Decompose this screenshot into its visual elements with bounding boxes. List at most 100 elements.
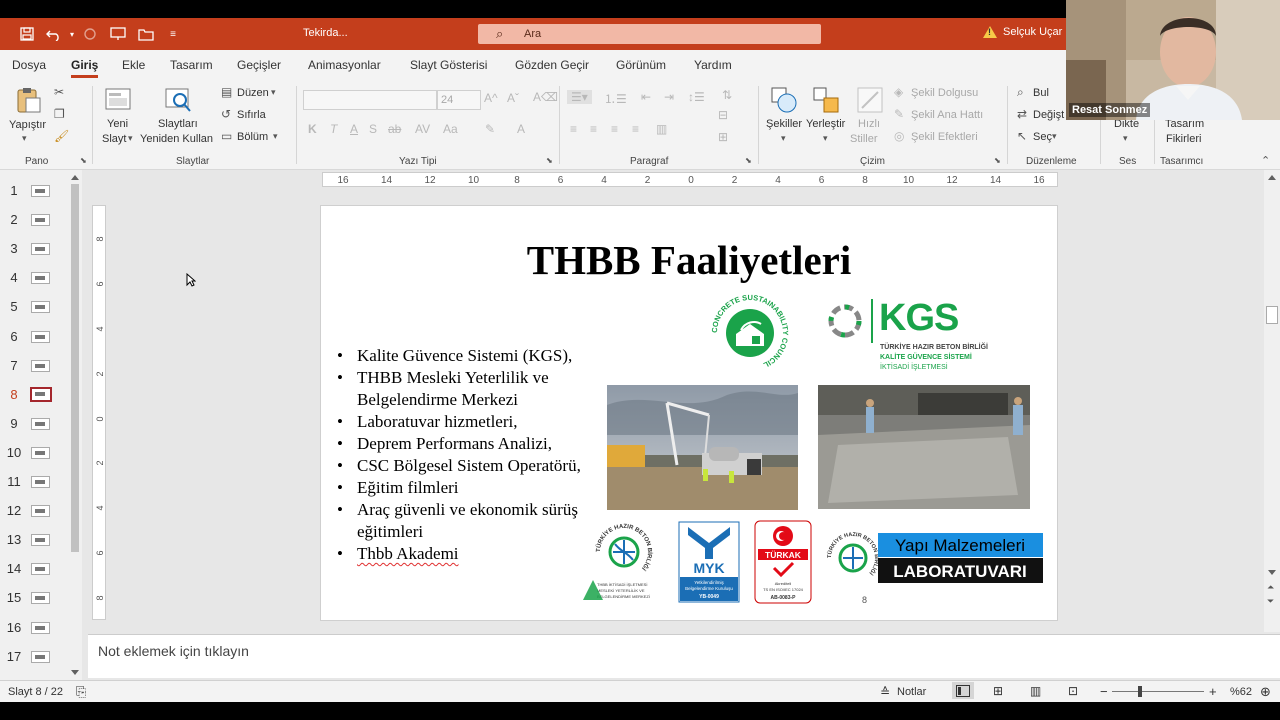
zoom-in-icon[interactable]: + bbox=[1209, 684, 1217, 699]
tab-yardim[interactable]: Yardım bbox=[694, 58, 732, 72]
thumbnail-13[interactable]: 13 bbox=[0, 530, 66, 552]
previous-slide-icon[interactable]: ⏶ bbox=[1267, 582, 1274, 593]
section-label[interactable]: Bölüm bbox=[237, 131, 268, 143]
reuse-slides-label-1[interactable]: Slaytları bbox=[158, 118, 198, 130]
reuse-slides-label-2[interactable]: Yeniden Kullan bbox=[140, 133, 213, 145]
collapse-ribbon-icon[interactable]: ⌃ bbox=[1261, 154, 1270, 167]
concrete-paving-photo[interactable] bbox=[818, 385, 1030, 509]
thumbnail-11[interactable]: 11 bbox=[0, 472, 66, 494]
undo-icon[interactable] bbox=[44, 25, 64, 43]
tab-gozden-gecir[interactable]: Gözden Geçir bbox=[515, 58, 589, 72]
zoom-slider[interactable] bbox=[1112, 691, 1204, 692]
align-text-icon[interactable]: ⊟ bbox=[718, 108, 728, 122]
accessibility-icon[interactable]: ⎘ bbox=[76, 684, 86, 700]
new-slide-label-2[interactable]: Slayt bbox=[102, 133, 126, 145]
drawing-launcher-icon[interactable]: ⬊ bbox=[994, 156, 1001, 165]
user-area[interactable]: Selçuk Uçar bbox=[983, 26, 1062, 38]
notes-icon[interactable]: ≙ bbox=[880, 685, 890, 699]
pano-launcher-icon[interactable]: ⬊ bbox=[80, 156, 87, 165]
reading-view-icon[interactable]: ▥ bbox=[1030, 684, 1041, 698]
layout-icon[interactable]: ▤ bbox=[221, 85, 232, 99]
slide-title[interactable]: THBB Faaliyetleri bbox=[321, 236, 1057, 284]
quick-styles-icon[interactable] bbox=[856, 86, 884, 114]
columns-icon[interactable]: ▥ bbox=[656, 122, 667, 136]
find-label[interactable]: Bul bbox=[1033, 87, 1049, 99]
paste-dropdown-icon[interactable]: ▾ bbox=[22, 133, 27, 144]
clear-format-icon[interactable]: A⌫ bbox=[533, 90, 558, 104]
bullet-list[interactable]: Kalite Güvence Sistemi (KGS), THBB Mesle… bbox=[335, 345, 605, 565]
shape-outline-label[interactable]: Şekil Ana Hattı bbox=[911, 109, 983, 121]
thumbnail-16[interactable]: 16 bbox=[0, 618, 66, 640]
concrete-pump-photo[interactable] bbox=[607, 385, 798, 510]
shadow-button[interactable]: S bbox=[369, 122, 377, 136]
fit-to-window-icon[interactable]: ⊕ bbox=[1260, 684, 1271, 700]
select-dropdown-icon[interactable]: ▾ bbox=[1052, 131, 1057, 142]
horizontal-ruler[interactable]: 16 14 12 10 8 6 4 2 0 2 4 6 8 10 12 14 16 bbox=[322, 172, 1058, 187]
tab-tasarim[interactable]: Tasarım bbox=[170, 58, 213, 72]
kgs-logo[interactable]: KGS TÜRKİYE HAZIR BETON BİRLİĞİ KALİTE G… bbox=[825, 297, 1005, 379]
tab-gorunum[interactable]: Görünüm bbox=[616, 58, 666, 72]
italic-button[interactable]: T bbox=[330, 122, 337, 136]
paste-icon[interactable] bbox=[14, 86, 42, 114]
thumbnail-1[interactable]: 1 bbox=[0, 181, 66, 203]
document-title[interactable]: Tekirda... bbox=[303, 27, 348, 39]
scroll-up-icon[interactable] bbox=[1268, 175, 1276, 180]
scroll-thumb[interactable] bbox=[1266, 306, 1278, 324]
thumbnail-6[interactable]: 6 bbox=[0, 327, 66, 349]
start-slideshow-icon[interactable] bbox=[108, 25, 128, 43]
smartart-icon[interactable]: ⊞ bbox=[718, 130, 728, 144]
thumbnail-8[interactable]: 8 bbox=[0, 385, 66, 407]
text-direction-icon[interactable]: ⇅ bbox=[722, 88, 732, 102]
select-label[interactable]: Seç bbox=[1033, 131, 1052, 143]
lab-logo[interactable]: TÜRKİYE HAZIR BETON BİRLİĞİ Yapı Malzeme… bbox=[826, 530, 1044, 586]
layout-label[interactable]: Düzen bbox=[237, 87, 269, 99]
arrange-dropdown-icon[interactable]: ▾ bbox=[823, 133, 828, 144]
tab-ekle[interactable]: Ekle bbox=[122, 58, 145, 72]
thumbnail-5[interactable]: 5 bbox=[0, 297, 66, 319]
scroll-thumb[interactable] bbox=[71, 184, 79, 552]
slide-canvas[interactable]: THBB Faaliyetleri Kalite Güvence Sistemi… bbox=[320, 205, 1058, 621]
thumbnail-scrollbar[interactable] bbox=[68, 170, 82, 680]
align-left-icon[interactable]: ≡ bbox=[570, 122, 577, 136]
section-dropdown-icon[interactable]: ▾ bbox=[273, 131, 278, 142]
cut-icon[interactable]: ✂ bbox=[54, 85, 64, 99]
shapes-label[interactable]: Şekiller bbox=[766, 118, 802, 130]
slide-scrollbar[interactable]: ⏶ ⏷ bbox=[1264, 170, 1280, 632]
bold-button[interactable]: K bbox=[308, 122, 317, 136]
tab-giris[interactable]: Giriş bbox=[71, 58, 99, 78]
new-slide-dropdown-icon[interactable]: ▾ bbox=[128, 133, 133, 144]
change-case-icon[interactable]: Aa bbox=[443, 122, 458, 136]
reuse-slides-icon[interactable] bbox=[164, 86, 192, 114]
underline-button[interactable]: A bbox=[350, 122, 358, 136]
thbb-mesleki-logo[interactable]: TÜRKİYE HAZIR BETON BİRLİĞİ THBB İKTİSAD… bbox=[583, 522, 669, 602]
undo-dropdown-icon[interactable]: ▾ bbox=[62, 25, 82, 43]
thumbnail-17[interactable]: 17 bbox=[0, 647, 66, 669]
thumbnail-4[interactable]: 4 bbox=[0, 268, 66, 290]
csc-logo[interactable]: CONCRETE SUSTAINABILITY COUNCIL bbox=[711, 294, 789, 372]
font-size-combo[interactable]: 24 bbox=[437, 90, 481, 110]
notes-button[interactable]: Notlar bbox=[897, 686, 926, 698]
redo-icon[interactable] bbox=[80, 25, 100, 43]
scroll-down-icon[interactable] bbox=[71, 670, 79, 675]
reset-icon[interactable]: ↺ bbox=[221, 107, 231, 121]
webcam-overlay[interactable]: Resat Sonmez bbox=[1066, 0, 1280, 120]
turkak-logo[interactable]: TÜRKAK Akrediteli TS EN ISO/IEC 17024 AB… bbox=[754, 520, 812, 604]
bullets-button[interactable]: ☰▾ bbox=[567, 90, 592, 104]
zoom-slider-thumb[interactable] bbox=[1138, 686, 1142, 697]
shapes-icon[interactable] bbox=[770, 86, 798, 114]
format-painter-icon[interactable]: 🖌 bbox=[54, 129, 69, 143]
thumbnail-9[interactable]: 9 bbox=[0, 414, 66, 436]
shape-outline-icon[interactable]: ✎ bbox=[894, 107, 904, 121]
new-slide-icon[interactable] bbox=[104, 86, 132, 114]
find-icon[interactable]: ⌕ bbox=[1017, 85, 1024, 100]
grow-font-icon[interactable]: A^ bbox=[484, 91, 498, 105]
quick-styles-label-1[interactable]: Hızlı bbox=[858, 118, 880, 130]
thumbnail-10[interactable]: 10 bbox=[0, 443, 66, 465]
search-box[interactable]: ⌕ Ara bbox=[478, 24, 821, 44]
font-color-icon[interactable]: A bbox=[517, 122, 525, 136]
align-right-icon[interactable]: ≡ bbox=[611, 122, 618, 136]
slide-counter[interactable]: Slayt 8 / 22 bbox=[8, 686, 63, 698]
copy-icon[interactable]: ❐ bbox=[54, 107, 65, 121]
thumbnail-3[interactable]: 3 bbox=[0, 239, 66, 261]
line-spacing-icon[interactable]: ↕☰ bbox=[688, 90, 705, 104]
